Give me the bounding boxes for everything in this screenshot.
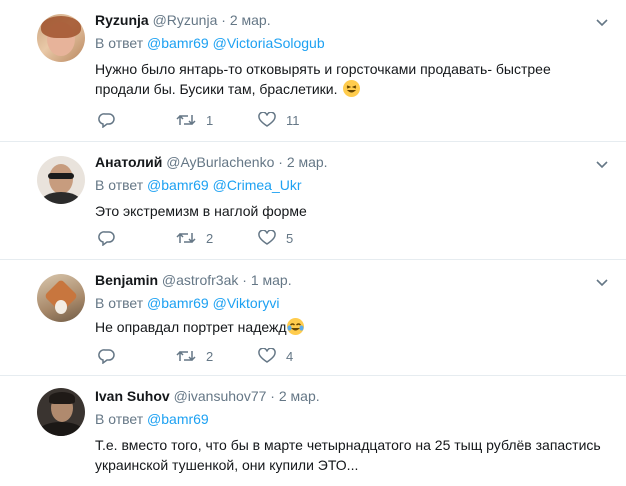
- tweet-text: Нужно было янтарь-то отковырять и горсто…: [95, 59, 606, 99]
- like-count: 5: [286, 230, 294, 246]
- tears-of-joy-emoji-icon: [286, 318, 304, 335]
- mention-link[interactable]: @Crimea_Ukr: [213, 177, 302, 193]
- reply-prefix: В ответ: [95, 177, 144, 193]
- tweet-text-body: Не оправдал портрет надежд: [95, 319, 287, 335]
- reply-button[interactable]: [98, 230, 116, 246]
- tweet-item[interactable]: Анатолий @AyBurlachenko · 2 мар. В ответ…: [0, 142, 626, 260]
- display-name[interactable]: Ryzunja: [95, 12, 149, 28]
- separator-dot: ·: [278, 154, 283, 170]
- avatar[interactable]: [37, 14, 85, 62]
- mention-link[interactable]: @Viktoryvi: [213, 295, 280, 311]
- user-handle[interactable]: @astrofr3ak: [162, 272, 238, 288]
- retweet-count: 2: [206, 230, 214, 246]
- like-count: 11: [286, 112, 300, 128]
- heart-icon: [258, 230, 276, 245]
- retweet-count: 1: [206, 112, 214, 128]
- mention-link[interactable]: @bamr69: [147, 295, 209, 311]
- tweet-header: Ivan Suhov @ivansuhov77 · 2 мар.: [95, 386, 606, 406]
- reply-icon: [98, 113, 115, 128]
- laughing-emoji-icon: [343, 80, 361, 97]
- tweet-header: Ryzunja @Ryzunja · 2 мар.: [95, 10, 606, 30]
- tweet-text: Т.е. вместо того, что бы в марте четырна…: [95, 437, 601, 473]
- display-name[interactable]: Benjamin: [95, 272, 158, 288]
- reply-prefix: В ответ: [95, 35, 144, 51]
- reply-context: В ответ @bamr69 @Viktoryvi: [95, 293, 606, 313]
- retweet-icon: [176, 232, 196, 244]
- retweet-button[interactable]: 2: [176, 230, 213, 246]
- reply-prefix: В ответ: [95, 295, 144, 311]
- tweet-item[interactable]: Ivan Suhov @ivansuhov77 · 2 мар. В ответ…: [0, 376, 626, 486]
- timestamp[interactable]: 2 мар.: [230, 12, 271, 28]
- reply-button[interactable]: [98, 112, 116, 128]
- reply-prefix: В ответ: [95, 411, 144, 427]
- heart-icon: [258, 112, 276, 127]
- user-handle[interactable]: @AyBurlachenko: [166, 154, 274, 170]
- separator-dot: ·: [242, 272, 247, 288]
- tweet-text-body: Нужно было янтарь-то отковырять и горсто…: [95, 61, 551, 97]
- like-button[interactable]: 5: [258, 230, 293, 246]
- mention-link[interactable]: @bamr69: [147, 177, 209, 193]
- user-handle[interactable]: @Ryzunja: [153, 12, 218, 28]
- display-name[interactable]: Ivan Suhov: [95, 388, 170, 404]
- like-button[interactable]: 4: [258, 348, 293, 364]
- retweet-button[interactable]: 1: [176, 112, 213, 128]
- tweet-text: Это экстремизм в наглой форме: [95, 203, 307, 219]
- reply-context: В ответ @bamr69 @VictoriaSologub: [95, 33, 606, 53]
- timestamp[interactable]: 2 мар.: [287, 154, 328, 170]
- separator-dot: ·: [221, 12, 226, 28]
- tweet-item[interactable]: Ryzunja @Ryzunja · 2 мар. В ответ @bamr6…: [0, 0, 626, 142]
- reply-icon: [98, 349, 115, 364]
- heart-icon: [258, 348, 276, 363]
- retweet-button[interactable]: 2: [176, 348, 213, 364]
- mention-link[interactable]: @bamr69: [147, 411, 209, 427]
- retweet-icon: [176, 350, 196, 362]
- like-button[interactable]: 11: [258, 112, 300, 128]
- separator-dot: ·: [270, 388, 275, 404]
- timestamp[interactable]: 1 мар.: [251, 272, 292, 288]
- chevron-down-icon[interactable]: [596, 156, 608, 169]
- retweet-icon: [176, 114, 196, 126]
- tweet-header: Анатолий @AyBurlachenko · 2 мар.: [95, 152, 606, 172]
- mention-link[interactable]: @bamr69: [147, 35, 209, 51]
- avatar[interactable]: [37, 274, 85, 322]
- user-handle[interactable]: @ivansuhov77: [174, 388, 267, 404]
- chevron-down-icon[interactable]: [596, 274, 608, 287]
- avatar[interactable]: [37, 156, 85, 204]
- chevron-down-icon[interactable]: [596, 14, 608, 27]
- retweet-count: 2: [206, 348, 214, 364]
- tweet-item[interactable]: Benjamin @astrofr3ak · 1 мар. В ответ @b…: [0, 260, 626, 376]
- like-count: 4: [286, 348, 294, 364]
- mention-link[interactable]: @VictoriaSologub: [213, 35, 325, 51]
- tweet-header: Benjamin @astrofr3ak · 1 мар.: [95, 270, 606, 290]
- reply-button[interactable]: [98, 348, 116, 364]
- timestamp[interactable]: 2 мар.: [279, 388, 320, 404]
- reply-icon: [98, 231, 115, 246]
- reply-context: В ответ @bamr69: [95, 409, 606, 429]
- avatar[interactable]: [37, 388, 85, 436]
- tweet-text: Не оправдал портрет надежд: [95, 317, 606, 337]
- display-name[interactable]: Анатолий: [95, 154, 162, 170]
- reply-context: В ответ @bamr69 @Crimea_Ukr: [95, 175, 606, 195]
